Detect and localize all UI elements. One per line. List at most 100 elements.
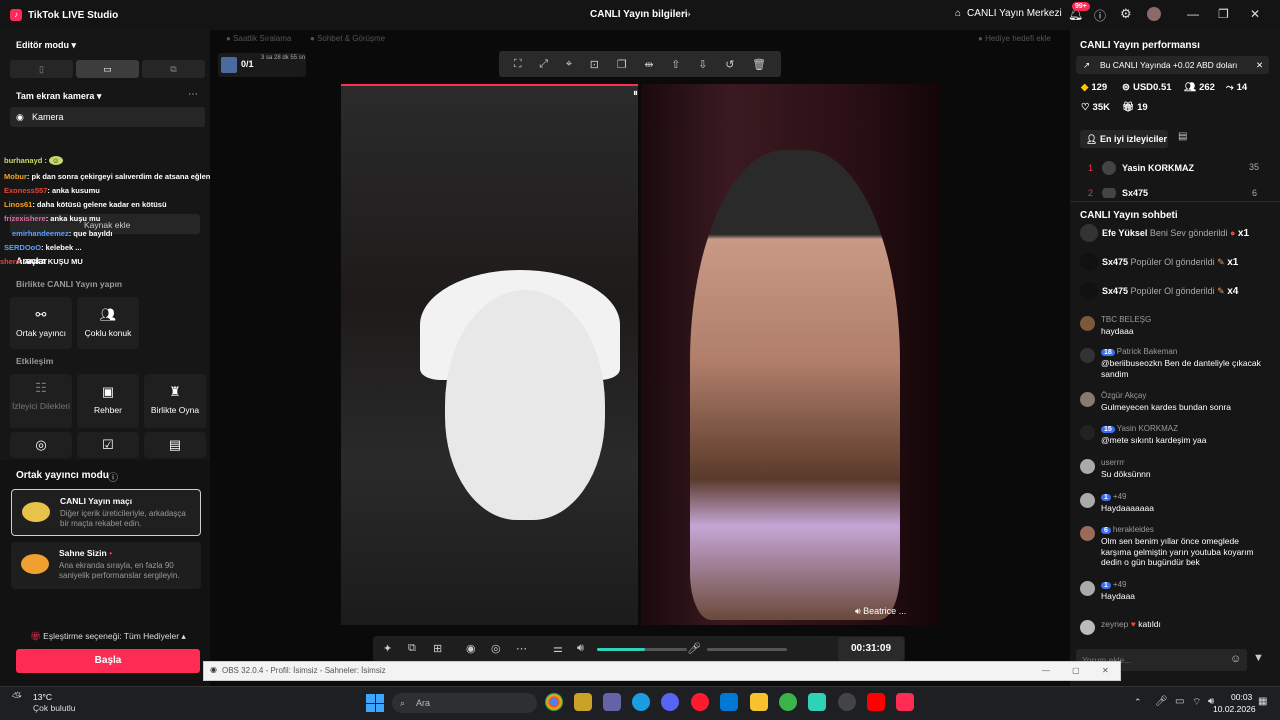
wifi-icon[interactable]: ⌔: [1192, 696, 1201, 709]
top-viewer-row[interactable]: 1 Yasin KORKMAZ: [1088, 161, 1194, 175]
volume-slider[interactable]: [597, 648, 687, 651]
settings-gear-icon[interactable]: ⚙: [1120, 6, 1132, 22]
tool-tile[interactable]: ☑: [77, 432, 139, 458]
emoji-icon[interactable]: ☺: [1230, 653, 1241, 665]
obs-minimize-icon[interactable]: —: [1042, 666, 1050, 675]
tray-chevron-icon[interactable]: ⌃: [1134, 697, 1142, 708]
camera-source[interactable]: ◉ Kamera: [10, 107, 205, 127]
go-live-together-heading: Birlikte CANLI Yayın yapın: [16, 279, 123, 289]
settings-sliders-icon[interactable]: ⚌: [553, 642, 563, 655]
clock-date[interactable]: 10.02.2026: [1213, 704, 1256, 714]
tray-icon[interactable]: ▭: [1175, 696, 1184, 707]
tool-tile[interactable]: ▤: [144, 432, 206, 458]
tray-mic-icon[interactable]: 🎤︎: [1155, 696, 1168, 707]
chat-message: zeynep ♥ katıldı: [1080, 619, 1265, 635]
layer-down-icon[interactable]: ⇩: [698, 58, 707, 71]
link-icon: ⚯: [35, 307, 47, 322]
layout-icon[interactable]: ⊞: [433, 642, 442, 655]
weather-icon[interactable]: ⛅︎: [12, 690, 22, 705]
live-info-title[interactable]: CANLI Yayın bilgileri: [590, 9, 688, 20]
effects-icon[interactable]: ⧉: [408, 642, 416, 655]
teams-icon[interactable]: [603, 693, 621, 711]
browser-icon[interactable]: [779, 693, 797, 711]
maximize-icon[interactable]: ❐: [1218, 7, 1229, 21]
ranking-tab[interactable]: ● Saatlik Sıralama: [226, 34, 291, 43]
obs-close-icon[interactable]: ✕: [1102, 666, 1109, 675]
multi-guest-tile[interactable]: 👥︎ Çoklu konuk: [77, 297, 139, 349]
app-title: TikTok LIVE Studio: [28, 9, 119, 21]
magic-icon[interactable]: ✦: [383, 642, 392, 655]
microphone-icon[interactable]: 🎤︎: [687, 642, 701, 655]
top-viewers-tab[interactable]: 👤︎ En iyi izleyiciler: [1080, 130, 1168, 148]
layer-up-icon[interactable]: ⇧: [671, 58, 680, 71]
store-icon[interactable]: [574, 693, 592, 711]
top-viewer-row[interactable]: 2 Sx475: [1088, 188, 1148, 198]
chrome-icon[interactable]: [545, 693, 563, 711]
notifications-icon[interactable]: ▦: [1258, 696, 1267, 707]
gamepad-icon: ♜: [169, 384, 181, 399]
camera-toggle-icon[interactable]: ◎: [491, 642, 501, 655]
center-icon[interactable]: ⌖: [566, 58, 572, 71]
scene-dropdown[interactable]: Tam ekran kamera ▾: [16, 91, 101, 102]
split-handle-icon[interactable]: ⏸: [633, 88, 638, 99]
speaker-icon[interactable]: 🔊︎: [577, 642, 584, 655]
mic-slider[interactable]: [707, 648, 787, 651]
expand-icon[interactable]: ⤢: [539, 58, 548, 71]
start-windows-icon[interactable]: [366, 694, 384, 712]
copy-icon[interactable]: ❐: [617, 58, 627, 71]
share-icon[interactable]: ⤳: [682, 8, 691, 21]
search-icon: ⌕: [400, 698, 406, 708]
viewers-icon: 👥︎: [1184, 82, 1197, 93]
live-center-button[interactable]: ⌂ CANLI Yayın Merkezi: [955, 8, 1062, 19]
live-match-card[interactable]: CANLI Yayın maçı Diğer içerik üreticiler…: [11, 489, 201, 536]
go-live-button[interactable]: Başla: [16, 649, 200, 673]
help-icon[interactable]: ⓘ: [1094, 7, 1106, 24]
battle-widget[interactable]: 0/1 3 sa 28 dk 55 sn: [218, 53, 306, 77]
clock-time[interactable]: 00:03: [1231, 692, 1252, 702]
more-icon[interactable]: ⋯: [188, 89, 198, 100]
tool-tile[interactable]: ◎: [10, 432, 72, 458]
taskbar-search[interactable]: ⌕ Ara: [392, 693, 537, 713]
gift-icon: 🎁︎: [1122, 102, 1135, 113]
info-icon[interactable]: ⓘ: [108, 469, 118, 484]
stage-card[interactable]: Sahne Sizin • Ana ekranda sırayla, en fa…: [11, 542, 201, 589]
mail-icon[interactable]: [720, 693, 738, 711]
battle-timer: 3 sa 28 dk 55 sn: [261, 55, 306, 61]
editor-mode-dropdown[interactable]: Editör modu ▾: [16, 40, 76, 51]
chat-tab[interactable]: ● Sohbet & Görüşme: [310, 34, 385, 43]
list-icon[interactable]: ▤: [1178, 131, 1187, 142]
coin-icon: ⊜: [1122, 82, 1130, 93]
obs-taskbar-icon[interactable]: [838, 693, 856, 711]
youtube-icon[interactable]: [867, 693, 885, 711]
discord-icon[interactable]: [661, 693, 679, 711]
close-banner-icon[interactable]: ✕: [1256, 56, 1263, 74]
crop-icon[interactable]: ⊡: [590, 58, 599, 71]
app-icon[interactable]: [808, 693, 826, 711]
portrait-layout-button[interactable]: ▯: [10, 60, 73, 78]
flip-icon[interactable]: ⇹: [644, 58, 653, 71]
play-together-tile[interactable]: ♜ Birlikte Oyna: [144, 374, 206, 428]
obs-maximize-icon[interactable]: ▢: [1072, 666, 1080, 675]
file-explorer-icon[interactable]: [750, 693, 768, 711]
tiktok-taskbar-icon[interactable]: [896, 693, 914, 711]
dual-layout-button[interactable]: ⧉: [142, 60, 205, 78]
minimize-icon[interactable]: —: [1187, 7, 1199, 21]
landscape-layout-button[interactable]: ▭: [76, 60, 139, 78]
close-icon[interactable]: ✕: [1250, 7, 1260, 21]
delete-icon[interactable]: 🗑︎: [752, 58, 766, 71]
viewer-wishes-tile[interactable]: ☷ İzleyici Dilekleri: [10, 374, 72, 428]
target-icon: ◎: [35, 437, 47, 452]
more-options-icon[interactable]: ⋯: [516, 642, 527, 655]
user-avatar[interactable]: [1147, 7, 1161, 21]
filter-icon[interactable]: ▼: [1253, 652, 1264, 664]
opera-icon[interactable]: [691, 693, 709, 711]
pairing-option[interactable]: 🎁︎ Eşleştirme seçeneği: Tüm Hediyeler ▴: [30, 631, 186, 642]
cohost-tile[interactable]: ⚯ Ortak yayıncı: [10, 297, 72, 349]
guide-tile[interactable]: ▣ Rehber: [77, 374, 139, 428]
gift-goal-link[interactable]: ● Hediye hedefi ekle: [978, 34, 1051, 43]
rotate-icon[interactable]: ↺: [725, 58, 734, 71]
fit-icon[interactable]: ⛶: [514, 58, 522, 71]
edge-icon[interactable]: [632, 693, 650, 711]
record-icon[interactable]: ◉: [466, 642, 476, 655]
obs-window[interactable]: ◉ OBS 32.0.4 - Profil: İsimsiz - Sahnele…: [203, 661, 1121, 681]
